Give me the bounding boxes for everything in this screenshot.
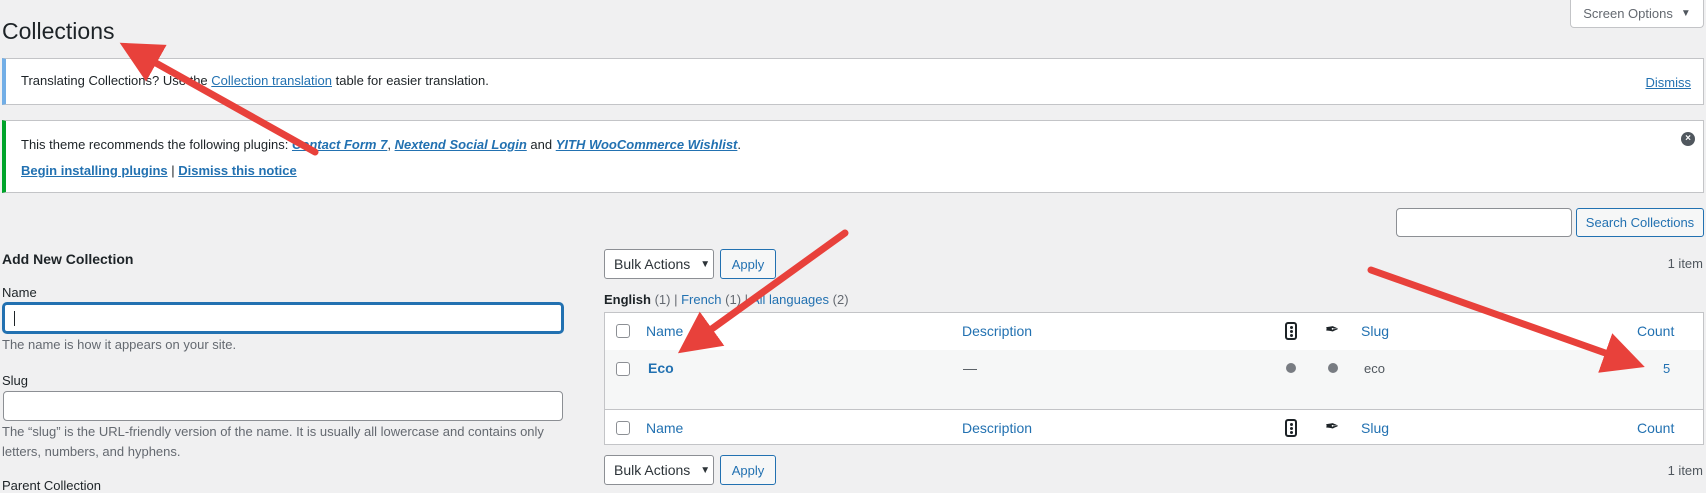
notice-text: This theme recommends the following plug…	[21, 137, 289, 152]
collection-count-link[interactable]: 5	[1663, 361, 1670, 376]
bulk-actions-label: Bulk Actions	[614, 462, 691, 478]
plugin-link-nextend-social-login[interactable]: Nextend Social Login	[395, 137, 527, 152]
table-row: Eco — eco 5	[605, 350, 1703, 409]
collection-name-link[interactable]: Eco	[648, 360, 674, 376]
translation-notice: Translating Collections? Use the Collect…	[2, 58, 1704, 105]
search-collections-button[interactable]: Search Collections	[1576, 208, 1704, 237]
plugin-link-contact-form-7[interactable]: Contact Form 7	[292, 137, 387, 152]
translation-pen-icon: ✒	[1325, 320, 1340, 339]
language-count: (2)	[832, 292, 849, 307]
language-french[interactable]: French	[681, 292, 721, 307]
select-all-checkbox[interactable]	[616, 421, 630, 435]
translation-pen-icon: ✒	[1325, 417, 1340, 436]
language-all[interactable]: All languages	[751, 292, 829, 307]
plugins-notice-text: This theme recommends the following plug…	[21, 137, 741, 152]
collection-description: —	[963, 360, 977, 376]
table-header-row: Name Description ✒ Slug Count	[605, 313, 1703, 351]
column-name-footer[interactable]: Name	[646, 420, 683, 436]
column-description-header[interactable]: Description	[962, 323, 1032, 339]
apply-button-bottom[interactable]: Apply	[720, 455, 776, 485]
column-slug-header[interactable]: Slug	[1361, 323, 1389, 339]
item-count: 1 item	[1667, 256, 1703, 271]
screen-options-button[interactable]: Screen Options ▼	[1570, 0, 1704, 28]
bulk-actions-label: Bulk Actions	[614, 256, 691, 272]
page-title: Collections	[2, 18, 115, 44]
notice-text: .	[737, 137, 742, 152]
language-flag-icon	[1285, 419, 1297, 437]
notice-text: table for easier translation.	[335, 73, 489, 88]
dismiss-this-notice-link[interactable]: Dismiss this notice	[178, 163, 296, 178]
column-count-footer[interactable]: Count	[1637, 420, 1674, 436]
separator: |	[171, 163, 175, 178]
notice-text: Translating Collections? Use the	[21, 73, 208, 88]
column-name-header[interactable]: Name	[646, 323, 683, 339]
collections-table: Name Description ✒ Slug Count Eco — eco …	[604, 312, 1704, 445]
translation-status-dot[interactable]	[1328, 363, 1338, 373]
item-count-bottom: 1 item	[1667, 463, 1703, 478]
plugin-link-yith-wishlist[interactable]: YITH WooCommerce Wishlist	[556, 137, 738, 152]
bulk-actions-select[interactable]: Bulk Actions ▼	[604, 249, 714, 279]
select-all-checkbox[interactable]	[616, 324, 630, 338]
bulk-actions-select-bottom[interactable]: Bulk Actions ▼	[604, 455, 714, 485]
dismiss-link[interactable]: Dismiss	[1646, 75, 1692, 90]
chevron-down-icon: ▼	[700, 464, 711, 476]
table-footer-row: Name Description ✒ Slug Count	[605, 409, 1703, 447]
name-label: Name	[2, 285, 37, 300]
slug-label: Slug	[2, 373, 29, 388]
column-slug-footer[interactable]: Slug	[1361, 420, 1389, 436]
notice-text: ,	[387, 137, 391, 152]
screen-options-label: Screen Options	[1583, 6, 1673, 21]
add-new-collection-heading: Add New Collection	[2, 251, 134, 267]
search-input[interactable]	[1396, 208, 1572, 237]
translation-notice-text: Translating Collections? Use the Collect…	[21, 73, 489, 88]
language-status-dot[interactable]	[1286, 363, 1296, 373]
collection-slug: eco	[1364, 361, 1385, 376]
plugins-notice: This theme recommends the following plug…	[2, 120, 1704, 193]
close-icon[interactable]: ×	[1681, 132, 1695, 146]
plugins-notice-links: Begin installing plugins | Dismiss this …	[21, 163, 297, 178]
language-flag-icon	[1285, 322, 1297, 340]
language-filter: English (1) | French (1) | All languages…	[604, 292, 849, 307]
slug-field[interactable]	[3, 391, 563, 421]
chevron-down-icon: ▼	[700, 258, 711, 270]
name-description: The name is how it appears on your site.	[2, 337, 237, 352]
notice-text: and	[530, 137, 553, 152]
collection-translation-link[interactable]: Collection translation	[211, 73, 332, 88]
apply-button[interactable]: Apply	[720, 249, 776, 279]
language-english[interactable]: English	[604, 292, 651, 307]
name-field[interactable]	[3, 303, 563, 333]
language-count: (1)	[725, 292, 742, 307]
column-description-footer[interactable]: Description	[962, 420, 1032, 436]
begin-installing-plugins-link[interactable]: Begin installing plugins	[21, 163, 168, 178]
language-count: (1)	[654, 292, 671, 307]
caret-down-icon: ▼	[1680, 8, 1691, 19]
parent-collection-label: Parent Collection	[2, 478, 101, 493]
row-checkbox[interactable]	[616, 362, 630, 376]
column-count-header[interactable]: Count	[1637, 323, 1674, 339]
slug-description: The “slug” is the URL-friendly version o…	[2, 424, 544, 459]
text-cursor	[14, 311, 15, 326]
